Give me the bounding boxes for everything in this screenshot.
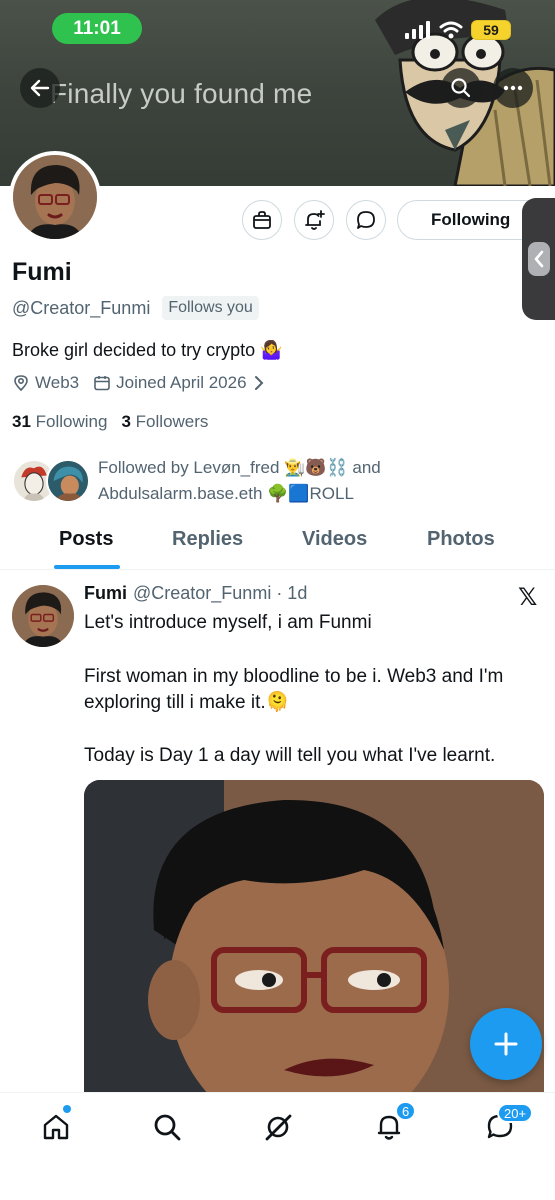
followers-stat[interactable]: 3 Followers: [121, 412, 208, 432]
nav-search[interactable]: [147, 1107, 187, 1147]
calendar-icon: [94, 376, 110, 391]
handle-row: @Creator_Funmi Follows you: [12, 296, 259, 320]
location-icon: [14, 375, 28, 392]
gift-icon: [253, 211, 271, 229]
profile-location: Web3: [35, 373, 80, 392]
back-button[interactable]: [20, 68, 60, 108]
active-tab-indicator: [54, 565, 120, 569]
side-panel-handle[interactable]: [522, 198, 555, 320]
post-author-name[interactable]: Fumi: [84, 583, 127, 604]
status-icons: 59: [405, 20, 511, 40]
arrow-left-icon: [30, 79, 50, 97]
profile-joined: Joined April 2026: [116, 373, 247, 392]
messages-badge: 20+: [497, 1103, 534, 1123]
wifi-icon: [439, 21, 463, 39]
profile-bio: Broke girl decided to try crypto 🤷‍♀️: [12, 340, 283, 360]
post-text-line: First woman in my bloodline to be i. Web…: [84, 666, 504, 687]
more-options-button[interactable]: [493, 68, 533, 108]
profile-handle: @Creator_Funmi: [12, 297, 151, 318]
notify-button[interactable]: [294, 200, 334, 240]
plus-icon: [494, 1032, 518, 1056]
profile-avatar[interactable]: [9, 151, 101, 243]
tab-posts[interactable]: Posts: [59, 528, 113, 551]
follow-stats: 31 Following 3 Followers: [12, 412, 208, 432]
banner-caption: Finally you found me: [50, 78, 313, 109]
search-icon: [451, 78, 471, 98]
post-handle-time: @Creator_Funmi · 1d: [133, 583, 308, 603]
nav-home[interactable]: [36, 1107, 76, 1147]
profile-avatar-illustration: [13, 155, 97, 239]
profile-name: Fumi: [12, 258, 72, 286]
notifications-badge: 6: [395, 1101, 417, 1121]
x-logo-icon: 𝕏: [518, 584, 538, 611]
signal-icon: [405, 21, 430, 39]
post-avatar-illustration: [12, 585, 74, 647]
tab-photos[interactable]: Photos: [427, 528, 495, 551]
message-button[interactable]: [346, 200, 386, 240]
post-text-line: Let's introduce myself, i am Funmi: [84, 612, 372, 633]
gift-button[interactable]: [242, 200, 282, 240]
status-time: 11:01: [52, 13, 142, 44]
battery-indicator: 59: [471, 20, 511, 40]
chevron-right-icon[interactable]: [253, 375, 265, 391]
followed-by-section[interactable]: Followed by Levøn_fred 👨‍🌾🐻⛓️ and Abduls…: [12, 455, 418, 507]
profile-banner[interactable]: Finally you found me 11:01 59: [0, 0, 555, 186]
home-unread-dot: [63, 1105, 71, 1113]
post-text-line: Today is Day 1 a day will tell you what …: [84, 745, 496, 766]
post-text-line: exploring till i make it.🫠: [84, 692, 290, 713]
profile-meta: Web3 Joined April 2026: [12, 373, 270, 393]
bell-plus-icon: [305, 210, 325, 230]
nav-grok[interactable]: [258, 1107, 298, 1147]
search-button[interactable]: [441, 68, 481, 108]
message-bubble-icon: [357, 211, 375, 229]
more-icon: [503, 85, 523, 91]
post-author-avatar[interactable]: [12, 585, 74, 647]
post-header: Fumi @Creator_Funmi · 1d: [84, 583, 307, 604]
side-panel-grip: [528, 242, 550, 276]
grok-icon: [265, 1114, 292, 1141]
home-icon: [43, 1114, 69, 1140]
followed-by-avatars: [12, 455, 90, 503]
tab-videos[interactable]: Videos: [302, 528, 367, 551]
following-stat[interactable]: 31 Following: [12, 412, 107, 432]
profile-tabs: Posts Replies Videos Photos: [0, 518, 555, 570]
tab-replies[interactable]: Replies: [172, 528, 243, 551]
bottom-navigation: 6 20+: [0, 1092, 555, 1200]
follows-you-badge: Follows you: [162, 296, 259, 320]
compose-button[interactable]: [470, 1008, 542, 1080]
chevron-left-icon: [534, 250, 544, 268]
search-icon: [154, 1114, 181, 1141]
followed-by-text: Followed by Levøn_fred 👨‍🌾🐻⛓️ and Abduls…: [98, 458, 381, 503]
mutual-avatar: [46, 459, 90, 503]
